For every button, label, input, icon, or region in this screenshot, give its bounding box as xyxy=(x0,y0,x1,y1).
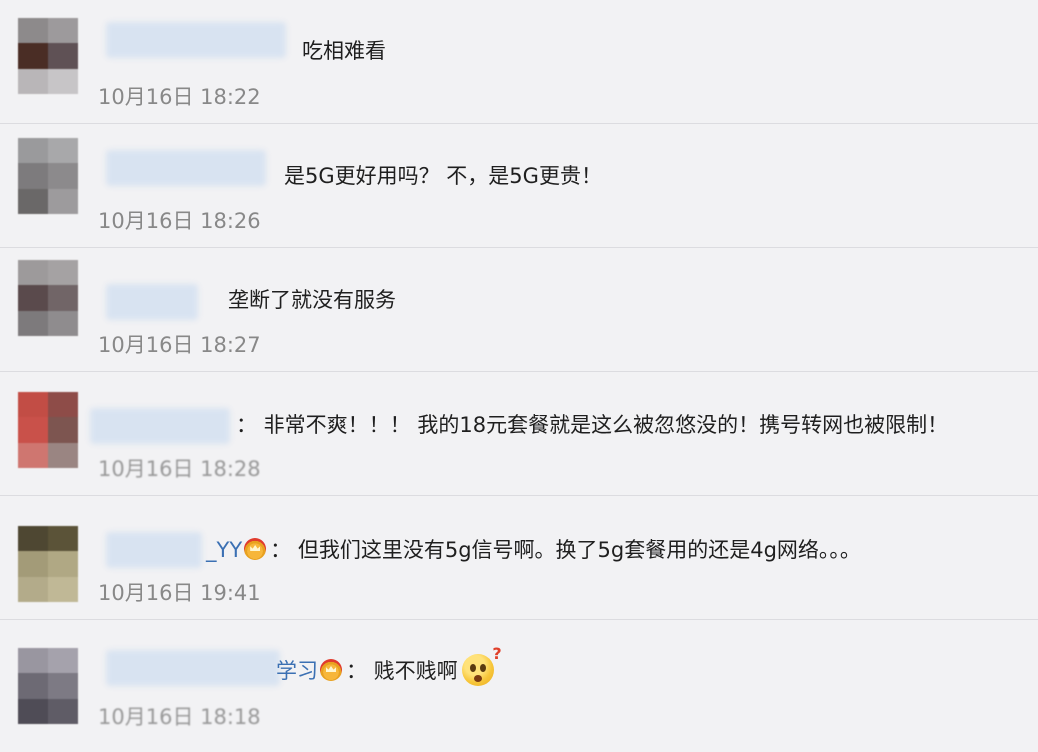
comment-item: 吃相难看 10月16日 18:22 xyxy=(0,0,1038,124)
comment-item: _YY ： 但我们这里没有5g信号啊。换了5g套餐用的还是4g网络。。。 10月1… xyxy=(0,496,1038,620)
comment-item: 学习 ： 贱不贱啊? 10月16日 18:18 xyxy=(0,620,1038,752)
shocked-question-face-icon: ? xyxy=(461,646,502,686)
username-link[interactable]: _YY xyxy=(206,538,242,562)
username-redacted xyxy=(90,408,230,444)
comment-text-line: 学习 ： 贱不贱啊? xyxy=(276,646,502,686)
avatar[interactable] xyxy=(18,138,78,214)
username-link[interactable]: 学习 xyxy=(276,659,318,683)
comment-text: 吃相难看 xyxy=(302,39,386,63)
avatar[interactable] xyxy=(18,392,78,468)
comment-item: 是5G更好用吗？ 不，是5G更贵！ 10月16日 18:26 xyxy=(0,124,1038,248)
username-redacted xyxy=(106,650,280,686)
comment-text-line: _YY ： 但我们这里没有5g信号啊。换了5g套餐用的还是4g网络。。。 xyxy=(206,535,861,565)
comment-text: ： 但我们这里没有5g信号啊。换了5g套餐用的还是4g网络。。。 xyxy=(270,538,861,562)
comment-text: 垄断了就没有服务 xyxy=(228,288,396,312)
avatar[interactable] xyxy=(18,526,78,602)
username-redacted xyxy=(106,532,202,568)
comment-timestamp: 10月16日 18:28 xyxy=(98,457,261,481)
comment-item: ： 非常不爽！！！ 我的18元套餐就是这么被忽悠没的！携号转网也被限制！ 10月… xyxy=(0,372,1038,496)
username-redacted xyxy=(106,22,286,58)
username-redacted xyxy=(106,150,266,186)
comment-text: ： 贱不贱啊 xyxy=(346,659,458,683)
comment-timestamp: 10月16日 18:18 xyxy=(98,705,261,729)
comment-list: 吃相难看 10月16日 18:22 是5G更好用吗？ 不，是5G更贵！ 10月1… xyxy=(0,0,1038,752)
avatar[interactable] xyxy=(18,260,78,336)
avatar[interactable] xyxy=(18,648,78,724)
comment-timestamp: 10月16日 18:26 xyxy=(98,209,261,233)
crown-badge-icon xyxy=(320,659,342,681)
comment-timestamp: 10月16日 19:41 xyxy=(98,581,261,605)
comment-text: 是5G更好用吗？ 不，是5G更贵！ xyxy=(284,164,602,188)
comment-item: 垄断了就没有服务 10月16日 18:27 xyxy=(0,248,1038,372)
avatar[interactable] xyxy=(18,18,78,94)
comment-timestamp: 10月16日 18:22 xyxy=(98,85,261,109)
crown-badge-icon xyxy=(244,538,267,560)
comment-text: ： 非常不爽！！！ 我的18元套餐就是这么被忽悠没的！携号转网也被限制！ xyxy=(236,413,949,437)
comment-timestamp: 10月16日 18:27 xyxy=(98,333,261,357)
username-redacted xyxy=(106,284,198,320)
